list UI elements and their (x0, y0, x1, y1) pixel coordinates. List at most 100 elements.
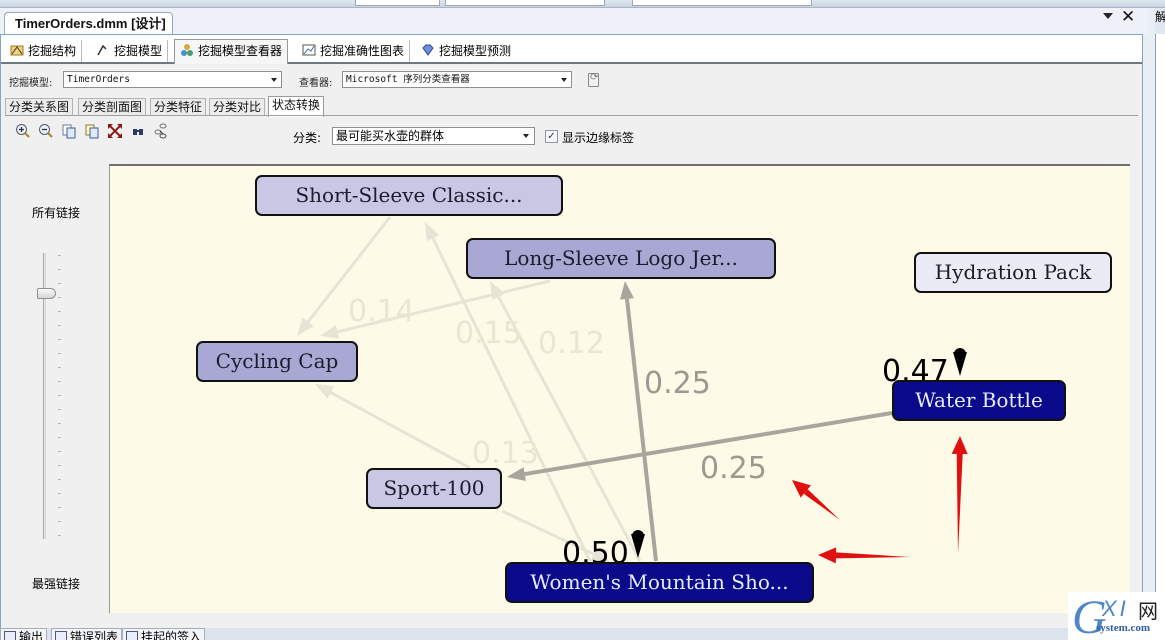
chevron-down-icon (523, 134, 529, 138)
graph-node-cycling-cap[interactable]: Cycling Cap (196, 341, 358, 382)
window-list-dropdown-icon[interactable] (1103, 13, 1113, 19)
mining-model-value: TimerOrders (67, 74, 130, 85)
model-viewer-icon (181, 44, 193, 56)
tab-pending-checkins[interactable]: 挂起的签入 (122, 628, 206, 640)
edge-arrowhead (320, 325, 340, 339)
copy-graph-view-icon[interactable] (84, 123, 100, 139)
graph-node-short-sleeve[interactable]: Short-Sleeve Classic... (255, 175, 563, 216)
graph-node-long-sleeve[interactable]: Long-Sleeve Logo Jer... (466, 238, 776, 279)
tab-mining-accuracy-chart[interactable]: 挖掘准确性图表 (297, 40, 411, 62)
document-tab[interactable]: TimerOrders.dmm [设计] (4, 12, 173, 34)
find-node-icon[interactable] (130, 123, 146, 139)
edge-arrowhead (490, 281, 505, 301)
tab-error-list[interactable]: 错误列表 (51, 628, 123, 640)
viewer-value: Microsoft 序列分类查看器 (346, 74, 470, 85)
slider-tick (58, 507, 61, 508)
tab-cluster-discrimination[interactable]: 分类对比 (209, 98, 266, 116)
graph-node-womens-mountain[interactable]: Women's Mountain Sho... (505, 562, 814, 603)
tab-mining-model-prediction[interactable]: 挖掘模型预测 (416, 40, 516, 62)
cluster-select[interactable]: 最可能买水壶的群体 (332, 127, 535, 145)
toolbar-combo-1[interactable] (355, 0, 440, 6)
self-transition-marker-cap (632, 530, 644, 542)
graph-node-hydration-pack[interactable]: Hydration Pack (914, 252, 1112, 293)
self-transition-marker-cap (954, 348, 966, 360)
output-icon (4, 631, 16, 640)
solution-explorer-panel (1155, 34, 1165, 614)
toolbar-combo-2[interactable] (445, 0, 605, 6)
link-strength-slider-thumb[interactable] (37, 288, 56, 300)
chevron-down-icon (271, 78, 277, 82)
accuracy-chart-icon (302, 44, 316, 56)
slider-strongest-links-label: 最强链接 (32, 577, 81, 591)
tab-label: 挖掘结构 (28, 44, 77, 58)
watermark-xi: XI (1102, 596, 1129, 621)
tab-label: 输出 (19, 630, 44, 640)
tab-label: 挖掘模型 (114, 44, 163, 58)
fit-to-window-icon[interactable] (107, 123, 123, 139)
annotation-arrow-head (818, 547, 837, 564)
annotation-arrow-shaft (956, 453, 963, 554)
slider-tick (58, 311, 61, 312)
edge-line (431, 237, 592, 562)
slider-tick (58, 493, 61, 494)
edge-label: 0.25 (644, 366, 711, 401)
graph-node-water-bottle[interactable]: Water Bottle (892, 380, 1066, 421)
tab-cluster-characteristics[interactable]: 分类特征 (150, 98, 207, 116)
annotation-arrow-head (951, 436, 968, 455)
graph-node-sport-100[interactable]: Sport-100 (366, 468, 502, 509)
edge-arrowhead (425, 222, 440, 242)
mining-model-icon (97, 44, 107, 56)
app-window: TimerOrders.dmm [设计] ✕ 解 挖掘结构 挖掘模型 挖掘模型查… (0, 0, 1165, 640)
viewer-label: 查看器: (299, 78, 333, 89)
slider-tick (58, 451, 61, 452)
state-transition-graph[interactable]: 0.50 0.47 0.14 0.15 0.12 0.25 0.25 0.13 Short-Sl… (109, 164, 1130, 613)
close-document-icon[interactable]: ✕ (1121, 9, 1135, 26)
slider-tick (58, 409, 61, 410)
slider-tick (58, 255, 61, 256)
watermark-logo: G XI 网 system.com (1068, 591, 1165, 640)
viewer-select[interactable]: Microsoft 序列分类查看器 (342, 71, 572, 88)
mining-designer: 挖掘结构 挖掘模型 挖掘模型查看器 挖掘准确性图表 挖掘模型预测 挖掘模型: T… (0, 34, 1143, 632)
edge-label: 0.14 (348, 294, 415, 329)
slider-all-links-label: 所有链接 (32, 206, 81, 220)
show-edge-labels-checkbox[interactable]: ✓ (545, 130, 558, 143)
zoom-out-icon[interactable] (38, 123, 54, 139)
tab-mining-structure[interactable]: 挖掘结构 (5, 40, 83, 62)
slider-tick (58, 269, 61, 270)
tool-window-tabs: 输出 错误列表 挂起的签入 (0, 628, 1165, 640)
cluster-value: 最可能买水壶的群体 (336, 129, 445, 143)
tab-label: 挖掘模型查看器 (198, 44, 283, 58)
tab-cluster-diagram[interactable]: 分类关系图 (5, 98, 74, 116)
show-edge-labels-label[interactable]: 显示边缘标签 (562, 129, 634, 146)
tab-state-transitions[interactable]: 状态转换 (268, 96, 325, 117)
tab-output[interactable]: 输出 (0, 628, 48, 640)
mining-model-select[interactable]: TimerOrders (63, 71, 282, 88)
annotation-arrow-shaft (803, 489, 840, 520)
toolbar-combo-3[interactable] (632, 0, 812, 6)
slider-tick (58, 535, 61, 536)
copy-icon[interactable] (61, 123, 77, 139)
edge-label: 0.12 (538, 326, 605, 361)
slider-tick (58, 465, 61, 466)
pending-checkins-icon (126, 631, 138, 640)
slider-tick (58, 353, 61, 354)
slider-tick (58, 283, 61, 284)
solution-explorer-header[interactable]: 解 (1155, 8, 1165, 34)
mining-structure-icon (10, 45, 24, 56)
edge-line (330, 391, 471, 470)
slider-tick (58, 297, 61, 298)
cluster-label: 分类: (293, 131, 322, 145)
edge-line (624, 298, 658, 562)
tab-label: 挂起的签入 (141, 630, 202, 640)
tab-mining-model-viewer[interactable]: 挖掘模型查看器 (174, 39, 289, 64)
prediction-icon (422, 44, 434, 56)
layout-icon[interactable] (153, 123, 169, 139)
tab-label: 挖掘准确性图表 (320, 44, 405, 58)
zoom-in-icon[interactable] (15, 123, 31, 139)
chevron-down-icon (561, 78, 567, 82)
refresh-viewer-icon[interactable] (588, 72, 599, 87)
tab-cluster-profiles[interactable]: 分类剖面图 (78, 98, 147, 116)
tab-mining-models[interactable]: 挖掘模型 (91, 40, 169, 62)
slider-tick (58, 479, 61, 480)
edge-arrowhead (315, 384, 335, 399)
